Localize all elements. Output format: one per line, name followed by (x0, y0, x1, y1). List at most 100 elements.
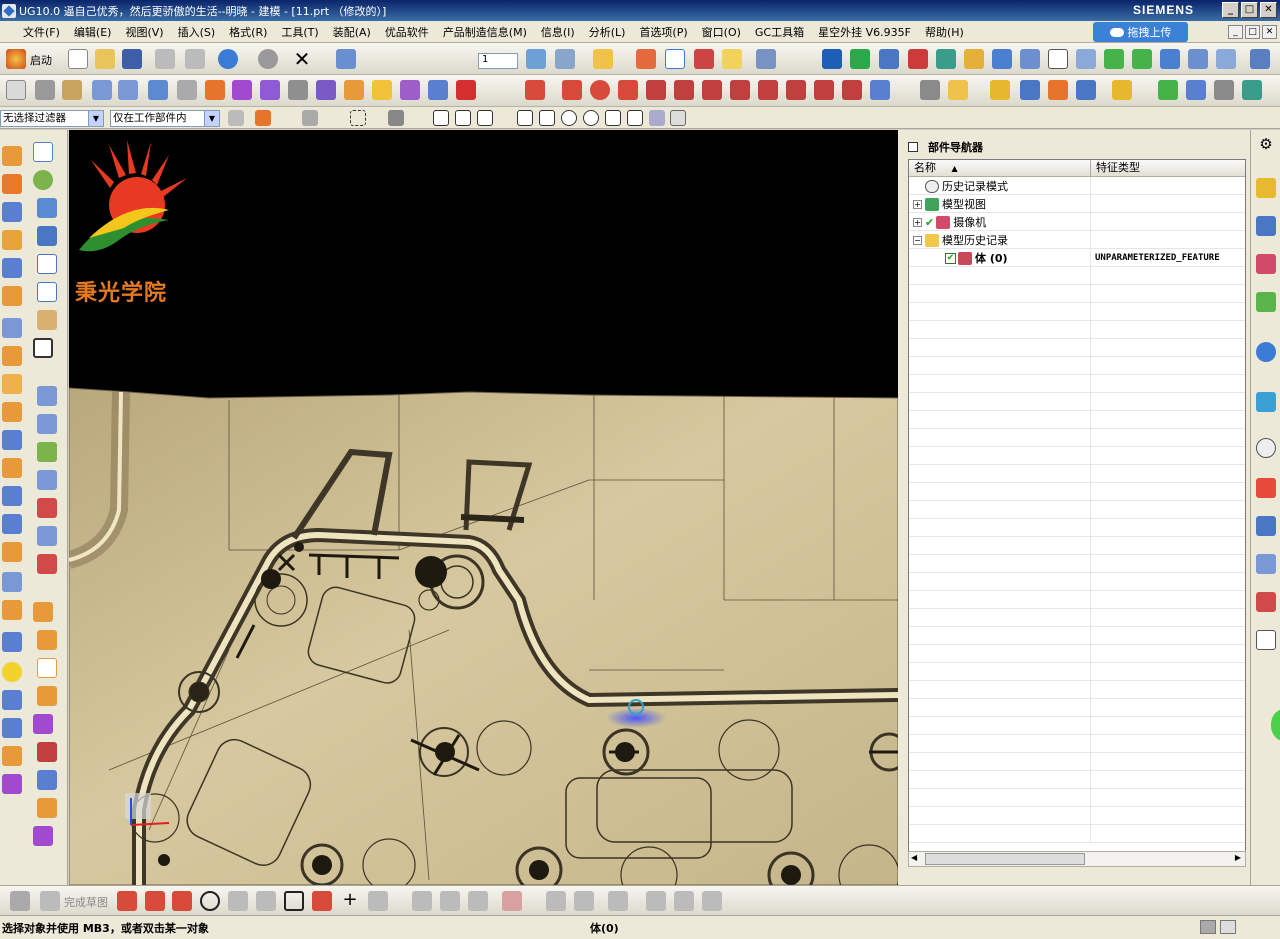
curve-icon[interactable] (618, 80, 638, 100)
column-header-type[interactable]: 特征类型 (1091, 160, 1245, 177)
list-icon[interactable] (62, 80, 82, 100)
snap-quadrant-icon[interactable] (583, 110, 599, 126)
reuse-library-icon[interactable] (1256, 292, 1276, 312)
surface-d-icon[interactable] (37, 470, 57, 490)
select-feature-icon[interactable] (255, 110, 271, 126)
menu-insert[interactable]: 插入(S) (171, 24, 223, 40)
sort-ascending-icon[interactable]: ▲ (952, 164, 958, 173)
forward-arrow-icon[interactable] (118, 80, 138, 100)
system-materials-icon[interactable] (1256, 478, 1276, 498)
feature-n-icon[interactable] (2, 514, 22, 534)
selection-scope-select[interactable]: 仅在工作部件内 ▼ (110, 110, 220, 127)
tool-i-icon[interactable] (1216, 49, 1236, 69)
chamfer-icon[interactable] (400, 80, 420, 100)
navigator-horizontal-scrollbar[interactable]: ◀ ▶ (908, 851, 1246, 867)
tool-m-icon[interactable] (1242, 80, 1262, 100)
surface-c-icon[interactable] (37, 442, 57, 462)
check-icon[interactable] (1104, 49, 1124, 69)
save-icon[interactable] (122, 49, 142, 69)
scroll-left-icon[interactable]: ◀ (911, 853, 917, 862)
project-icon[interactable] (786, 80, 806, 100)
start-label[interactable]: 启动 (30, 52, 52, 68)
cube-icon[interactable] (260, 80, 280, 100)
sketch-update-icon[interactable] (702, 891, 722, 911)
sketch-offset-icon[interactable] (368, 891, 388, 911)
check-b-icon[interactable] (1132, 49, 1152, 69)
tool-k-icon[interactable] (1186, 80, 1206, 100)
feature-e-icon[interactable] (2, 258, 22, 278)
sync-h-icon[interactable] (37, 798, 57, 818)
gear-icon[interactable]: ⚙ (1256, 134, 1276, 154)
mirror-icon[interactable] (908, 49, 928, 69)
snap-mid-icon[interactable] (455, 110, 471, 126)
feature-h-icon[interactable] (2, 346, 22, 366)
menu-xingkong-plugin[interactable]: 星空外挂 V6.935F (811, 24, 918, 40)
box-icon[interactable] (232, 80, 252, 100)
sync-g-icon[interactable] (37, 770, 57, 790)
feature-r-icon[interactable] (2, 632, 22, 652)
feature-s-icon[interactable] (2, 690, 22, 710)
mdi-close-button[interactable]: ✕ (1262, 25, 1277, 39)
menu-window[interactable]: 窗口(O) (695, 24, 748, 40)
column-header-name[interactable]: 名称 ▲ (909, 160, 1091, 177)
move-to-layer-icon[interactable] (555, 49, 575, 69)
process-studio-icon[interactable] (1256, 516, 1276, 536)
abs-icon[interactable] (6, 80, 26, 100)
navigator-pin-icon[interactable] (908, 142, 918, 152)
extend-icon[interactable] (758, 80, 778, 100)
surface-g-icon[interactable] (37, 554, 57, 574)
navigator-tree[interactable]: 名称 ▲ 特征类型 历史记录模式 + 模型视图 + ✔ 摄像机 − 模型历史记录… (908, 159, 1246, 867)
menu-view[interactable]: 视图(V) (118, 24, 170, 40)
expand-icon[interactable]: + (913, 199, 922, 209)
clip-icon[interactable] (1112, 80, 1132, 100)
dimension-icon[interactable] (1020, 80, 1040, 100)
roles-icon[interactable] (1256, 554, 1276, 574)
feature-a-icon[interactable] (2, 146, 22, 166)
tool-a-icon[interactable] (936, 49, 956, 69)
feature-m-icon[interactable] (2, 486, 22, 506)
line-icon[interactable] (525, 80, 545, 100)
undo-icon[interactable] (218, 49, 238, 69)
tree-node-history-mode[interactable]: 历史记录模式 (925, 177, 1008, 195)
sync-f-icon[interactable] (37, 742, 57, 762)
select-all-icon[interactable] (302, 110, 318, 126)
minimize-button[interactable]: _ (1222, 2, 1239, 18)
snap-center-icon[interactable] (561, 110, 577, 126)
snap-face-icon[interactable] (649, 110, 665, 126)
tree-row[interactable]: + 模型视图 (909, 195, 1245, 213)
constraint-navigator-icon[interactable] (1256, 216, 1276, 236)
select-body-icon[interactable] (388, 110, 404, 126)
menu-edit[interactable]: 编辑(E) (67, 24, 119, 40)
tool-d-icon[interactable] (1020, 49, 1040, 69)
web-browser-icon[interactable] (1256, 342, 1276, 362)
cylinder-icon[interactable] (288, 80, 308, 100)
snap-intersect-icon[interactable] (539, 110, 555, 126)
open-folder-icon[interactable] (95, 49, 115, 69)
tree-node-cameras[interactable]: + ✔ 摄像机 (913, 213, 986, 231)
feature-j-icon[interactable] (2, 402, 22, 422)
system-scenes-icon[interactable] (1256, 592, 1276, 612)
feature-q-icon[interactable] (2, 600, 22, 620)
maximize-button[interactable]: □ (1241, 2, 1258, 18)
feature-l-icon[interactable] (2, 458, 22, 478)
sketch-corner-icon[interactable] (468, 891, 488, 911)
view-front-icon[interactable] (37, 198, 57, 218)
upload-button[interactable]: 拖拽上传 (1093, 22, 1188, 42)
tool-g-icon[interactable] (1160, 49, 1180, 69)
feature-c-icon[interactable] (2, 202, 22, 222)
menu-format[interactable]: 格式(R) (222, 24, 274, 40)
sync-a-icon[interactable] (33, 602, 53, 622)
menu-assembly[interactable]: 装配(A) (326, 24, 378, 40)
sketch-trim-icon[interactable] (412, 891, 432, 911)
tree-row[interactable]: 历史记录模式 (909, 177, 1245, 195)
back-arrow-icon[interactable] (92, 80, 112, 100)
tree-row[interactable]: + ✔ 摄像机 (909, 213, 1245, 231)
status-toggle-a-icon[interactable] (1200, 920, 1216, 934)
expand-icon[interactable]: + (913, 217, 922, 227)
feature-u-icon[interactable] (2, 774, 22, 794)
view-icon[interactable] (756, 49, 776, 69)
rect-select-icon[interactable] (350, 110, 366, 126)
finish-sketch-icon[interactable] (40, 891, 60, 911)
command-finder-icon[interactable] (336, 49, 356, 69)
close-button[interactable]: ✕ (1260, 2, 1277, 18)
